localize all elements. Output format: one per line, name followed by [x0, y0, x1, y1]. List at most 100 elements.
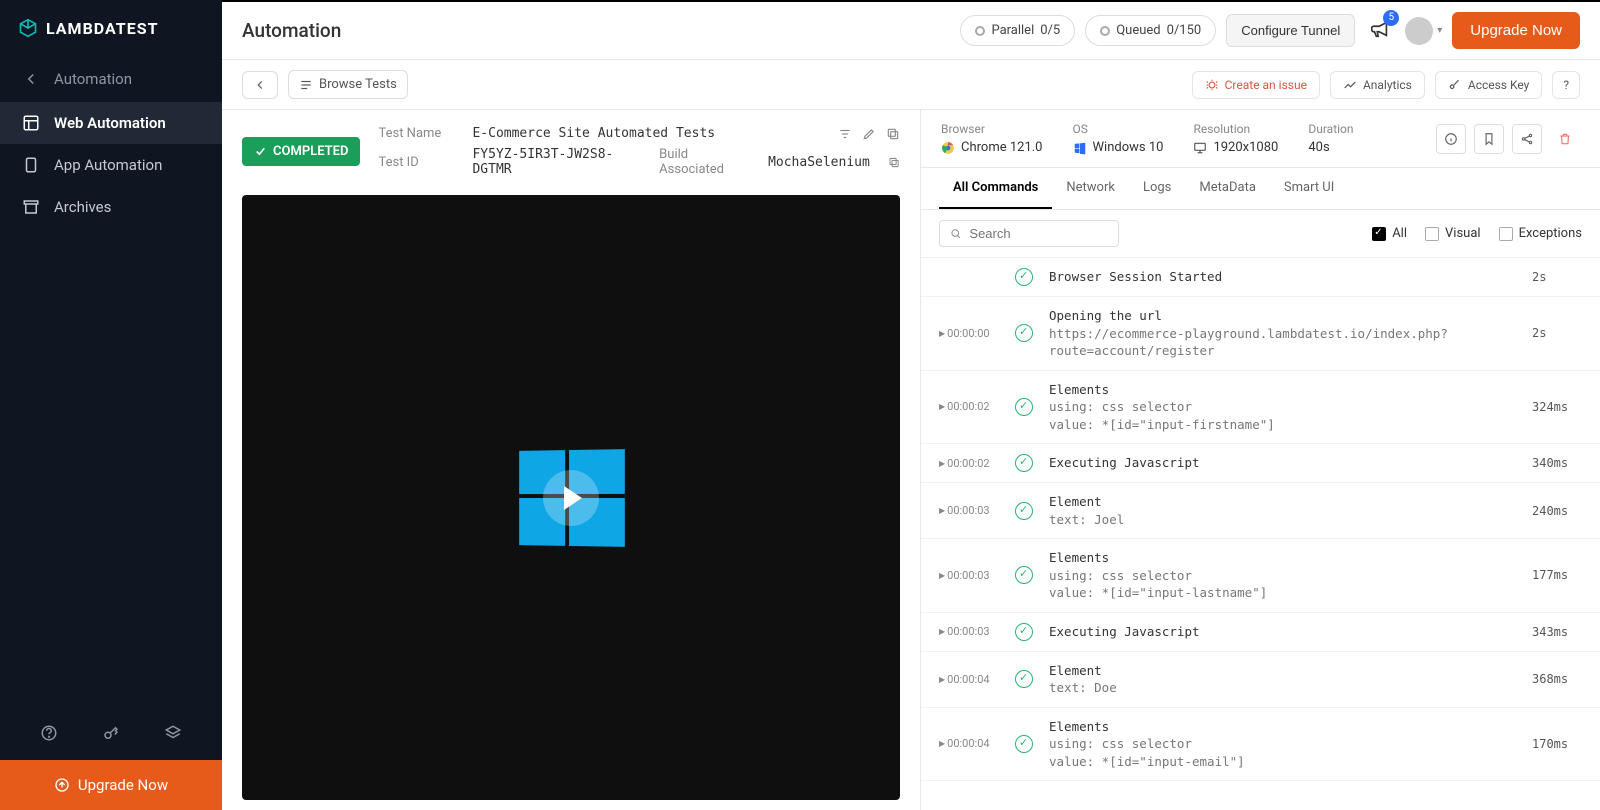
access-key-button[interactable]: Access Key: [1435, 71, 1542, 99]
nav-group-automation[interactable]: Automation: [0, 56, 222, 102]
delete-button[interactable]: [1550, 124, 1580, 154]
checkbox-icon: [1425, 227, 1439, 241]
command-row[interactable]: ▶ 00:00:02 Executing Javascript 340ms: [921, 444, 1600, 483]
resolution-label: Resolution: [1193, 122, 1278, 136]
notifications-button[interactable]: 5: [1365, 14, 1395, 48]
test-header: COMPLETED Test Name E-Commerce Site Auto…: [242, 120, 900, 191]
brand-logo[interactable]: LAMBDATEST: [0, 0, 222, 56]
checkbox-icon: [1372, 227, 1386, 241]
lambdatest-icon: [18, 18, 38, 38]
tab-network[interactable]: Network: [1052, 168, 1129, 209]
timestamp: ▶ 00:00:03: [939, 504, 999, 517]
help-button[interactable]: ?: [1552, 71, 1580, 99]
environment-row: Browser Chrome 121.0 OS Windows 10: [921, 110, 1600, 168]
command-row[interactable]: ▶ 00:00:04Elementtext: Doe368ms: [921, 652, 1600, 708]
filter-exceptions[interactable]: Exceptions: [1499, 226, 1582, 241]
account-menu[interactable]: ▾: [1405, 17, 1442, 45]
search-field[interactable]: [969, 226, 1108, 241]
command-body: Elementsusing: css selector value: *[id=…: [1049, 549, 1516, 602]
os-value: Windows 10: [1073, 140, 1164, 155]
command-row[interactable]: ▶ 00:00:03 Elementsusing: css selector va…: [921, 539, 1600, 613]
queued-pill[interactable]: Queued 0/150: [1085, 15, 1216, 46]
command-body: Elementtext: Joel: [1049, 493, 1516, 528]
help-icon[interactable]: [40, 724, 58, 742]
sidebar-upgrade-button[interactable]: Upgrade Now: [0, 760, 222, 810]
top-bar: Automation Parallel 0/5 Queued 0/150 Con…: [222, 2, 1600, 60]
test-name-label: Test Name: [378, 126, 458, 141]
filter-icon[interactable]: [838, 127, 852, 141]
browse-tests-button[interactable]: Browse Tests: [288, 70, 408, 99]
duration: 177ms: [1532, 568, 1582, 582]
key-icon[interactable]: [102, 724, 120, 742]
status-dot-icon: [1100, 26, 1110, 36]
timestamp: ▶ 00:00:02: [939, 400, 999, 413]
brand-text: LAMBDATEST: [46, 19, 158, 38]
chrome-icon: [941, 141, 955, 155]
chevron-left-icon: [22, 70, 40, 88]
duration: 340ms: [1532, 456, 1582, 470]
parallel-pill[interactable]: Parallel 0/5: [960, 15, 1075, 46]
status-ok-icon: [1015, 268, 1033, 286]
play-button[interactable]: [543, 470, 599, 526]
tab-logs[interactable]: Logs: [1129, 168, 1185, 209]
create-issue-button[interactable]: Create an issue: [1192, 71, 1320, 99]
resolution-value: 1920x1080: [1193, 140, 1278, 155]
command-list[interactable]: -Browser Session Started2s▶ 00:00:00Open…: [921, 257, 1600, 810]
command-body: Executing Javascript: [1049, 454, 1516, 472]
sidebar-item-web-automation[interactable]: Web Automation: [0, 102, 222, 144]
search-input[interactable]: [939, 220, 1119, 247]
sidebar: LAMBDATEST Automation Web Automation App…: [0, 0, 222, 810]
back-button[interactable]: [242, 71, 278, 99]
command-body: Elementsusing: css selector value: *[id=…: [1049, 718, 1516, 771]
build-value: MochaSelenium: [768, 155, 870, 170]
checkbox-icon: [1499, 227, 1513, 241]
command-row[interactable]: ▶ 00:00:02Elementsusing: css selector va…: [921, 371, 1600, 445]
layers-icon[interactable]: [164, 724, 182, 742]
upgrade-now-button[interactable]: Upgrade Now: [1452, 12, 1580, 49]
status-ok-icon: [1015, 623, 1033, 641]
command-row[interactable]: ▶ 00:00:03Elementtext: Joel240ms: [921, 483, 1600, 539]
sidebar-item-app-automation[interactable]: App Automation: [0, 144, 222, 186]
command-body: Opening the urlhttps://ecommerce-playgro…: [1049, 307, 1516, 360]
command-row[interactable]: ▶ 00:00:00Opening the urlhttps://ecommer…: [921, 297, 1600, 371]
duration: 368ms: [1532, 672, 1582, 686]
windows-icon: [1073, 141, 1087, 155]
filter-all[interactable]: All: [1372, 226, 1407, 241]
status-ok-icon: [1015, 502, 1033, 520]
info-button[interactable]: [1436, 124, 1466, 154]
monitor-icon: [1193, 141, 1207, 155]
duration: 324ms: [1532, 400, 1582, 414]
command-row[interactable]: ▶ 00:00:03Executing Javascript343ms: [921, 613, 1600, 652]
command-row[interactable]: ▶ 00:00:04 Elementsusing: css selector va…: [921, 708, 1600, 782]
share-icon: [1520, 132, 1534, 146]
timestamp: ▶ 00:00:04: [939, 737, 999, 750]
video-player[interactable]: [242, 195, 900, 800]
configure-tunnel-button[interactable]: Configure Tunnel: [1226, 14, 1355, 47]
avatar: [1405, 17, 1433, 45]
edit-icon[interactable]: [862, 127, 876, 141]
test-id-label: Test ID: [378, 155, 458, 170]
bookmark-button[interactable]: [1474, 124, 1504, 154]
copy-icon[interactable]: [888, 156, 900, 169]
timestamp: ▶ 00:00:03: [939, 569, 999, 582]
toolbar: Browse Tests Create an issue Analytics A…: [222, 60, 1600, 110]
timestamp: ▶ 00:00:03: [939, 625, 999, 638]
status-ok-icon: [1015, 324, 1033, 342]
copy-icon[interactable]: [886, 127, 900, 141]
status-ok-icon: [1015, 670, 1033, 688]
tab-smart-ui[interactable]: Smart UI: [1270, 168, 1348, 209]
status-chip: COMPLETED: [242, 137, 360, 166]
filter-visual[interactable]: Visual: [1425, 226, 1481, 241]
analytics-button[interactable]: Analytics: [1330, 71, 1425, 99]
page-title: Automation: [242, 19, 950, 42]
list-icon: [299, 78, 313, 92]
browser-label: Browser: [941, 122, 1043, 136]
status-dot-icon: [975, 26, 985, 36]
timestamp: ▶ 00:00:02: [939, 457, 999, 470]
share-button[interactable]: [1512, 124, 1542, 154]
sidebar-item-archives[interactable]: Archives: [0, 186, 222, 228]
command-row[interactable]: -Browser Session Started2s: [921, 258, 1600, 297]
duration: 170ms: [1532, 737, 1582, 751]
tab-all-commands[interactable]: All Commands: [939, 168, 1052, 209]
tab-metadata[interactable]: MetaData: [1185, 168, 1270, 209]
